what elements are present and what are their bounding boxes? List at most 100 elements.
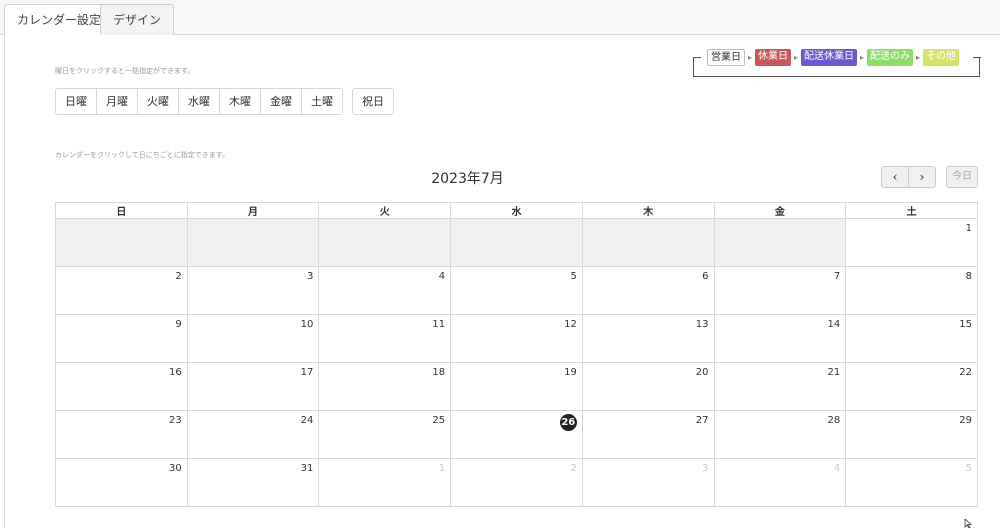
calendar-day-cell[interactable]: 28 [713,410,847,459]
day-number: 5 [965,463,972,474]
calendar-day-cell[interactable]: 24 [186,410,320,459]
month-nav: ‹ › [881,166,936,188]
calendar-day-cell[interactable]: 10 [186,314,320,363]
day-number: 8 [965,271,972,282]
weekday-button-group: 日曜 月曜 火曜 水曜 木曜 金曜 土曜 [55,88,343,115]
weekday-button[interactable]: 月曜 [96,88,138,115]
legend-chip: 配送のみ [867,48,914,66]
calendar-week-row: 30 31 1 2 3 4 5 [55,458,978,507]
calendar-day-cell[interactable]: 4 [318,266,452,315]
calendar-grid: 日月火水木金土 1 2 3 4 5 6 7 8 9 10 11 12 13 14 15 16 17 18 19 20 2… [55,202,978,507]
day-number: 7 [833,271,841,282]
calendar-week-row: 1 [55,218,978,267]
weekday-header: 木 [581,202,715,219]
today-button[interactable]: 今日 [946,166,978,188]
day-number: 5 [570,271,577,282]
calendar-day-cell[interactable] [450,218,583,267]
calendar-day-cell[interactable]: 29 [845,410,978,459]
day-number: 14 [827,319,841,330]
weekday-header: 土 [845,202,978,219]
day-number: 12 [564,319,577,330]
calendar-day-cell[interactable]: 22 [845,362,978,411]
calendar-hint: カレンダーをクリックして日にちごとに指定できます。 [55,151,230,159]
weekday-button[interactable]: 土曜 [301,88,343,115]
weekday-button[interactable]: 日曜 [55,88,97,115]
calendar-week-row: 2 3 4 5 6 7 8 [55,266,978,315]
tab-calendar-settings[interactable]: カレンダー設定 [4,4,115,36]
day-number: 27 [695,415,709,426]
calendar-day-cell[interactable]: 9 [55,314,188,363]
weekday-button[interactable]: 金曜 [260,88,302,115]
calendar-day-cell[interactable]: 3 [186,266,320,315]
day-number: 6 [702,271,709,282]
calendar-day-cell[interactable] [55,218,188,267]
calendar-day-cell[interactable]: 3 [581,458,715,507]
calendar-week-row: 23 24 25 26 27 28 29 [55,410,978,459]
calendar-day-cell[interactable] [186,218,320,267]
calendar-day-cell[interactable]: 14 [713,314,847,363]
calendar-day-cell[interactable]: 1 [845,218,978,267]
calendar-day-cell[interactable]: 30 [55,458,188,507]
day-number: 16 [168,367,182,378]
next-month-button[interactable]: › [908,166,936,188]
weekday-button[interactable]: 水曜 [178,88,220,115]
calendar-day-cell[interactable]: 31 [186,458,320,507]
day-number: 20 [695,367,709,378]
calendar-day-cell[interactable]: 15 [845,314,978,363]
day-number: 2 [175,271,182,282]
calendar-day-cell[interactable]: 16 [55,362,188,411]
tab-design[interactable]: デザイン [100,4,175,36]
day-number: 2 [570,463,577,474]
legend-arrow-icon: ▸ [916,52,921,62]
calendar-day-cell[interactable]: 5 [845,458,978,507]
day-number: 11 [432,319,446,330]
calendar-day-cell[interactable] [581,218,715,267]
calendar-day-cell[interactable]: 13 [581,314,715,363]
weekday-button[interactable]: 火曜 [137,88,179,115]
calendar-day-cell[interactable]: 4 [713,458,847,507]
calendar-day-cell[interactable]: 6 [581,266,715,315]
day-number: 1 [965,223,972,234]
day-number: 17 [300,367,314,378]
day-number: 18 [432,367,446,378]
legend-arrow-icon: ▸ [748,52,753,62]
legend-arrow-icon: ▸ [794,52,799,62]
day-number: 30 [168,463,182,474]
calendar-day-cell[interactable]: 8 [845,266,978,315]
day-number: 3 [307,271,314,282]
weekday-header: 火 [318,202,452,219]
holiday-button[interactable]: 祝日 [352,88,394,115]
calendar-day-cell[interactable]: 1 [318,458,452,507]
weekday-button[interactable]: 木曜 [219,88,261,115]
calendar-day-cell[interactable]: 7 [713,266,847,315]
weekday-header-row: 日月火水木金土 [55,202,978,219]
calendar-day-cell[interactable]: 20 [581,362,715,411]
calendar-day-cell[interactable]: 11 [318,314,452,363]
day-number: 22 [959,367,972,378]
calendar-day-cell[interactable]: 17 [186,362,320,411]
calendar-week-row: 16 17 18 19 20 21 22 [55,362,978,411]
day-number: 28 [827,415,841,426]
calendar-day-cell[interactable] [318,218,452,267]
day-number: 9 [175,319,182,330]
prev-month-button[interactable]: ‹ [881,166,909,188]
calendar-day-cell[interactable]: 26 [450,410,583,459]
day-number: 29 [959,415,972,426]
day-number: 31 [300,463,314,474]
calendar-day-cell[interactable]: 23 [55,410,188,459]
calendar-day-cell[interactable]: 25 [318,410,452,459]
calendar-day-cell[interactable]: 18 [318,362,452,411]
calendar-day-cell[interactable] [713,218,847,267]
calendar-day-cell[interactable]: 5 [450,266,583,315]
calendar-day-cell[interactable]: 2 [55,266,188,315]
calendar-day-cell[interactable]: 2 [450,458,583,507]
mouse-cursor-icon [964,519,973,528]
tab-bar: カレンダー設定 デザイン [0,0,1000,36]
calendar-day-cell[interactable]: 12 [450,314,583,363]
day-number: 10 [300,319,314,330]
calendar-day-cell[interactable]: 19 [450,362,583,411]
status-legend: 営業日 ▸ 休業日 ▸ 配送休業日 ▸ 配送のみ ▸ その他 [692,48,981,77]
today-marker: 26 [559,414,577,431]
calendar-day-cell[interactable]: 27 [581,410,715,459]
calendar-day-cell[interactable]: 21 [713,362,847,411]
